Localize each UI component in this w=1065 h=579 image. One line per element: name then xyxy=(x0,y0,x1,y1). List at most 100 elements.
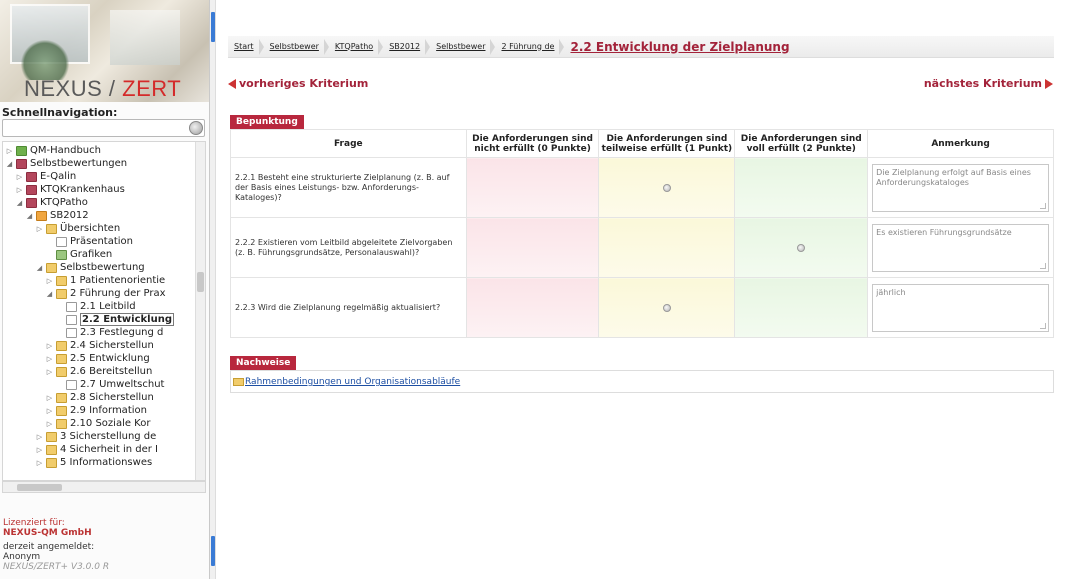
score-cell-0[interactable] xyxy=(465,157,600,218)
folder-icon xyxy=(56,405,67,416)
license-info: Lizenziert für: NEXUS-QM GmbH derzeit an… xyxy=(3,518,109,572)
nachweise-panel: Rahmenbedingungen und Organisationsabläu… xyxy=(230,370,1054,393)
chart-icon xyxy=(56,249,67,260)
tree-item-e-qalin[interactable]: ▷ E-Qalin xyxy=(15,170,76,183)
tree-item-3[interactable]: ▷ 3 Sicherstellung de xyxy=(35,430,157,443)
tree-item-praesentation[interactable]: Präsentation xyxy=(45,235,133,248)
nachweise-tab: Nachweise xyxy=(230,356,297,370)
document-icon xyxy=(66,314,77,325)
tree-item-2-9[interactable]: ▷ 2.9 Information xyxy=(45,404,147,417)
main-content: Start Selbstbewer KTQPatho SB2012 Selbst… xyxy=(220,0,1065,579)
question-text: 2.2.2 Existieren vom Leitbild abgeleitet… xyxy=(230,217,467,278)
document-icon xyxy=(56,236,67,247)
radio-selected[interactable] xyxy=(662,183,671,192)
next-criterion-link[interactable]: nächstes Kriterium xyxy=(924,77,1053,90)
col-header-1-punkt: Die Anforderungen sind teilweise erfüllt… xyxy=(598,129,736,158)
scoring-table: Frage Die Anforderungen sind nicht erfül… xyxy=(230,129,1054,338)
scroll-thumb[interactable] xyxy=(197,272,204,292)
tree-vertical-scrollbar[interactable] xyxy=(195,142,205,480)
score-cell-0[interactable] xyxy=(465,217,600,278)
scroll-thumb[interactable] xyxy=(17,484,62,491)
score-cell-2[interactable] xyxy=(734,217,869,278)
folder-icon xyxy=(56,288,67,299)
previous-criterion-link[interactable]: vorheriges Kriterium xyxy=(228,77,368,90)
tree-item-uebersichten[interactable]: ▷ Übersichten xyxy=(35,222,120,235)
license-label: Lizenziert für: xyxy=(3,518,65,528)
logo-text: NEXUS / ZERT xyxy=(24,76,182,101)
tree-item-2-4[interactable]: ▷ 2.4 Sicherstellun xyxy=(45,339,154,352)
splitter-handle[interactable] xyxy=(211,536,215,566)
navigation-tree: ▷ QM-Handbuch ◢ Selbstbewertungen ▷ E-Qalin… xyxy=(2,141,206,481)
arrow-right-icon xyxy=(1045,78,1053,89)
folder-icon xyxy=(233,378,244,386)
table-header-row: Frage Die Anforderungen sind nicht erfül… xyxy=(230,129,1054,158)
tree-item-2-5[interactable]: ▷ 2.5 Entwicklung xyxy=(45,352,150,365)
tree-item-2[interactable]: ◢ 2 Führung der Prax xyxy=(45,287,166,300)
breadcrumb-item[interactable]: KTQPatho xyxy=(329,36,384,58)
folder-icon xyxy=(36,210,47,221)
score-cell-1[interactable] xyxy=(598,277,736,338)
tree-item-4[interactable]: ▷ 4 Sicherheit in der I xyxy=(35,443,158,456)
comment-cell: jährlich xyxy=(867,277,1054,338)
tree-item-2-1[interactable]: 2.1 Leitbild xyxy=(55,300,136,313)
nachweise-link[interactable]: Rahmenbedingungen und Organisationsabläu… xyxy=(233,377,460,387)
license-company: NEXUS-QM GmbH xyxy=(3,528,92,538)
tree-item-ktqkrankenhaus[interactable]: ▷ KTQKrankenhaus xyxy=(15,183,125,196)
folder-icon xyxy=(56,353,67,364)
version-text: NEXUS/ZERT+ V3.0.0 R xyxy=(3,562,110,572)
breadcrumb-item[interactable]: 2 Führung de xyxy=(495,36,565,58)
tree-item-sb2012[interactable]: ◢ SB2012 xyxy=(25,209,89,222)
comment-textarea[interactable]: Es existieren Führungsgrundsätze xyxy=(872,223,1049,272)
breadcrumb: Start Selbstbewer KTQPatho SB2012 Selbst… xyxy=(228,36,1054,58)
table-row: 2.2.1 Besteht eine strukturierte Zielpla… xyxy=(230,157,1054,218)
folder-icon xyxy=(56,340,67,351)
tree-item-grafiken[interactable]: Grafiken xyxy=(45,248,112,261)
breadcrumb-item[interactable]: Selbstbewer xyxy=(264,36,329,58)
score-cell-0[interactable] xyxy=(465,277,600,338)
folder-icon xyxy=(26,171,37,182)
splitter-handle[interactable] xyxy=(211,12,215,42)
folder-icon xyxy=(16,158,27,169)
tree-item-2-2[interactable]: 2.2 Entwicklung xyxy=(55,313,174,326)
score-cell-1[interactable] xyxy=(598,217,736,278)
score-cell-2[interactable] xyxy=(734,277,869,338)
breadcrumb-item[interactable]: Start xyxy=(228,36,264,58)
col-header-0-punkte: Die Anforderungen sind nicht erfüllt (0 … xyxy=(465,129,600,158)
question-text: 2.2.1 Besteht eine strukturierte Zielpla… xyxy=(230,157,467,218)
score-cell-1[interactable] xyxy=(598,157,736,218)
document-icon xyxy=(66,327,77,338)
panel-splitter[interactable] xyxy=(210,0,216,579)
breadcrumb-current[interactable]: 2.2 Entwicklung der Zielplanung xyxy=(564,36,799,58)
comment-textarea[interactable]: jährlich xyxy=(872,283,1049,332)
tree-item-2-10[interactable]: ▷ 2.10 Soziale Kor xyxy=(45,417,151,430)
tree-item-selbstbewertungen[interactable]: ◢ Selbstbewertungen xyxy=(5,157,127,170)
quicknav-search-icon[interactable] xyxy=(189,121,203,135)
folder-icon xyxy=(56,366,67,377)
tree-item-2-7[interactable]: 2.7 Umweltschut xyxy=(55,378,164,391)
tree-item-5[interactable]: ▷ 5 Informationswes xyxy=(35,456,152,469)
radio-selected[interactable] xyxy=(797,243,806,252)
tree-item-qm-handbuch[interactable]: ▷ QM-Handbuch xyxy=(5,144,101,157)
table-row: 2.2.3 Wird die Zielplanung regelmäßig ak… xyxy=(230,277,1054,338)
bepunktung-tab: Bepunktung xyxy=(230,115,304,129)
col-header-frage: Frage xyxy=(230,129,467,158)
radio-selected[interactable] xyxy=(662,303,671,312)
sidebar: NEXUS / ZERT Schnellnavigation: ▷ QM-Hand… xyxy=(0,0,210,579)
tree-item-1[interactable]: ▷ 1 Patientenorientie xyxy=(45,274,165,287)
logo: NEXUS / ZERT xyxy=(0,0,209,102)
tree-item-2-3[interactable]: 2.3 Festlegung d xyxy=(55,326,163,339)
tree-item-ktqpatho[interactable]: ◢ KTQPatho xyxy=(15,196,88,209)
quicknav-input[interactable] xyxy=(2,119,205,137)
folder-icon xyxy=(46,444,57,455)
breadcrumb-item[interactable]: Selbstbewer xyxy=(430,36,496,58)
breadcrumb-item[interactable]: SB2012 xyxy=(383,36,431,58)
tree-horizontal-scrollbar[interactable] xyxy=(2,481,206,493)
book-icon xyxy=(16,145,27,156)
tree-item-selbstbewertung[interactable]: ◢ Selbstbewertung xyxy=(35,261,145,274)
comment-cell: Es existieren Führungsgrundsätze xyxy=(867,217,1054,278)
tree-item-2-6[interactable]: ▷ 2.6 Bereitstellun xyxy=(45,365,153,378)
quicknav-label: Schnellnavigation: xyxy=(2,106,118,119)
score-cell-2[interactable] xyxy=(734,157,869,218)
comment-textarea[interactable]: Die Zielplanung erfolgt auf Basis eines … xyxy=(872,163,1049,212)
tree-item-2-8[interactable]: ▷ 2.8 Sicherstellun xyxy=(45,391,154,404)
